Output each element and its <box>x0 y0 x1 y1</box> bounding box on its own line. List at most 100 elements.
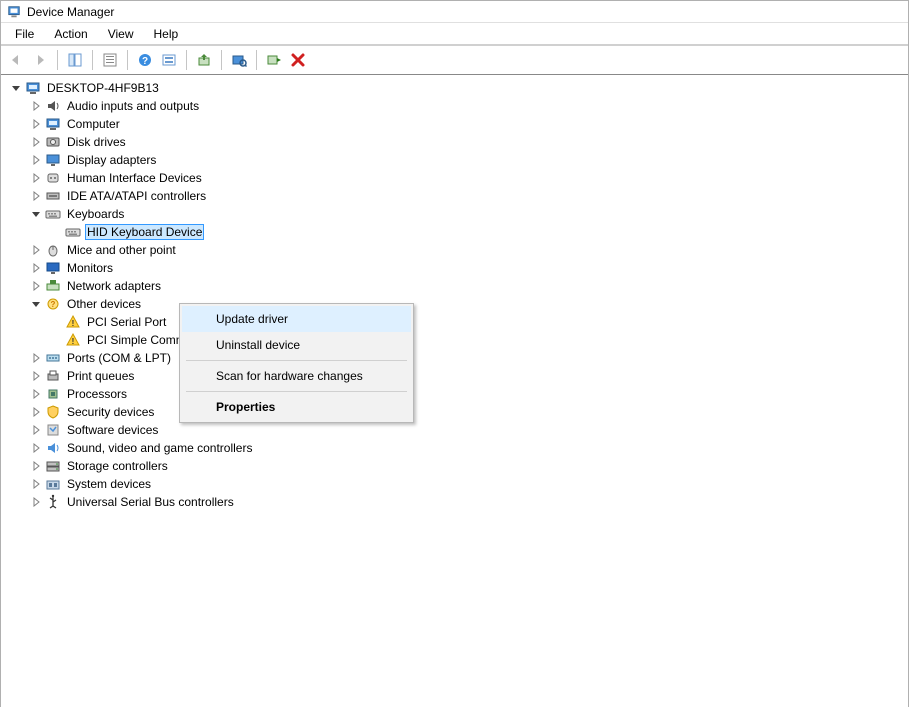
menu-file[interactable]: File <box>5 25 44 43</box>
tree-row[interactable]: !PCI Simple Comm <box>41 331 908 349</box>
tree-item-label[interactable]: DESKTOP-4HF9B13 <box>45 80 161 96</box>
tree-item-label[interactable]: Monitors <box>65 260 115 276</box>
window-title: Device Manager <box>27 5 114 19</box>
toolbar-separator <box>186 50 187 70</box>
tree-row[interactable]: Mice and other point <box>21 241 908 259</box>
disk-icon <box>45 134 61 150</box>
tree-item-label[interactable]: Sound, video and game controllers <box>65 440 254 456</box>
toolbar: ? <box>1 46 908 74</box>
chevron-right-icon[interactable] <box>29 441 43 455</box>
chevron-right-icon[interactable] <box>29 189 43 203</box>
tree-item-label[interactable]: Other devices <box>65 296 143 312</box>
chevron-right-icon[interactable] <box>29 423 43 437</box>
chevron-right-icon[interactable] <box>29 261 43 275</box>
chevron-right-icon[interactable] <box>29 153 43 167</box>
tree-item-label[interactable]: Mice and other point <box>65 242 178 258</box>
update-driver-button[interactable] <box>193 49 215 71</box>
system-icon <box>45 476 61 492</box>
tree-row[interactable]: Monitors <box>21 259 908 277</box>
chevron-down-icon[interactable] <box>29 297 43 311</box>
tree-pane[interactable]: DESKTOP-4HF9B13 Audio inputs and outputs C… <box>1 75 908 708</box>
tree-row[interactable]: Network adapters <box>21 277 908 295</box>
tree-row[interactable]: Keyboards <box>21 205 908 223</box>
chevron-right-icon[interactable] <box>29 171 43 185</box>
chevron-right-icon[interactable] <box>29 477 43 491</box>
tree-row[interactable]: Security devices <box>21 403 908 421</box>
tree-item-label[interactable]: Print queues <box>65 368 136 384</box>
enable-device-button[interactable] <box>263 49 285 71</box>
properties-button[interactable] <box>99 49 121 71</box>
tree-item-label[interactable]: PCI Simple Comm <box>85 332 188 348</box>
tree-row[interactable]: Sound, video and game controllers <box>21 439 908 457</box>
cm-separator <box>186 391 407 392</box>
tree-item-label[interactable]: Network adapters <box>65 278 163 294</box>
menu-help[interactable]: Help <box>144 25 189 43</box>
monitor-icon <box>45 260 61 276</box>
uninstall-device-button[interactable] <box>287 49 309 71</box>
tree-item-label[interactable]: Display adapters <box>65 152 158 168</box>
tree-item-label[interactable]: Storage controllers <box>65 458 170 474</box>
chevron-right-icon[interactable] <box>29 117 43 131</box>
tree-item-label[interactable]: Disk drives <box>65 134 128 150</box>
tree-row[interactable]: System devices <box>21 475 908 493</box>
port-icon <box>45 350 61 366</box>
chevron-right-icon[interactable] <box>29 351 43 365</box>
cm-update-driver[interactable]: Update driver <box>182 306 411 332</box>
chevron-right-icon[interactable] <box>29 459 43 473</box>
chevron-down-icon[interactable] <box>29 207 43 221</box>
tree-item-label[interactable]: Processors <box>65 386 129 402</box>
audio-icon <box>45 98 61 114</box>
menu-view[interactable]: View <box>98 25 144 43</box>
tree-row[interactable]: !PCI Serial Port <box>41 313 908 331</box>
action-button[interactable] <box>158 49 180 71</box>
tree-row[interactable]: Processors <box>21 385 908 403</box>
tree-row[interactable]: Human Interface Devices <box>21 169 908 187</box>
svg-text:?: ? <box>51 300 56 309</box>
tree-row[interactable]: Print queues <box>21 367 908 385</box>
tree-row[interactable]: ? Other devices <box>21 295 908 313</box>
menu-action[interactable]: Action <box>44 25 97 43</box>
tree-item-label[interactable]: Security devices <box>65 404 156 420</box>
back-button[interactable] <box>5 49 27 71</box>
help-button[interactable]: ? <box>134 49 156 71</box>
tree-item-label[interactable]: Audio inputs and outputs <box>65 98 201 114</box>
tree-row[interactable]: Display adapters <box>21 151 908 169</box>
chevron-right-icon[interactable] <box>29 279 43 293</box>
tree-item-label[interactable]: Computer <box>65 116 122 132</box>
chevron-right-icon[interactable] <box>29 495 43 509</box>
tree-row[interactable]: IDE ATA/ATAPI controllers <box>21 187 908 205</box>
tree-item-label[interactable]: Human Interface Devices <box>65 170 204 186</box>
chevron-right-icon[interactable] <box>29 405 43 419</box>
scan-hardware-button[interactable] <box>228 49 250 71</box>
storage-icon <box>45 458 61 474</box>
cm-properties[interactable]: Properties <box>182 394 411 420</box>
show-hide-tree-button[interactable] <box>64 49 86 71</box>
tree-row[interactable]: Computer <box>21 115 908 133</box>
tree-item-label[interactable]: Ports (COM & LPT) <box>65 350 173 366</box>
tree-row[interactable]: Universal Serial Bus controllers <box>21 493 908 511</box>
tree-row[interactable]: HID Keyboard Device <box>41 223 908 241</box>
chevron-right-icon[interactable] <box>29 369 43 383</box>
tree-row[interactable]: Storage controllers <box>21 457 908 475</box>
forward-button[interactable] <box>29 49 51 71</box>
tree-row[interactable]: DESKTOP-4HF9B13 <box>1 79 908 97</box>
toolbar-separator <box>221 50 222 70</box>
chevron-down-icon[interactable] <box>9 81 23 95</box>
tree-item-label[interactable]: Universal Serial Bus controllers <box>65 494 236 510</box>
tree-item-label[interactable]: HID Keyboard Device <box>85 224 204 240</box>
cm-scan-hardware[interactable]: Scan for hardware changes <box>182 363 411 389</box>
tree-row[interactable]: Software devices <box>21 421 908 439</box>
tree-row[interactable]: Disk drives <box>21 133 908 151</box>
tree-row[interactable]: Ports (COM & LPT) <box>21 349 908 367</box>
cm-uninstall-device[interactable]: Uninstall device <box>182 332 411 358</box>
tree-item-label[interactable]: PCI Serial Port <box>85 314 168 330</box>
chevron-right-icon[interactable] <box>29 387 43 401</box>
tree-item-label[interactable]: Software devices <box>65 422 160 438</box>
tree-item-label[interactable]: Keyboards <box>65 206 126 222</box>
chevron-right-icon[interactable] <box>29 135 43 149</box>
tree-row[interactable]: Audio inputs and outputs <box>21 97 908 115</box>
tree-item-label[interactable]: IDE ATA/ATAPI controllers <box>65 188 208 204</box>
tree-item-label[interactable]: System devices <box>65 476 153 492</box>
chevron-right-icon[interactable] <box>29 243 43 257</box>
chevron-right-icon[interactable] <box>29 99 43 113</box>
